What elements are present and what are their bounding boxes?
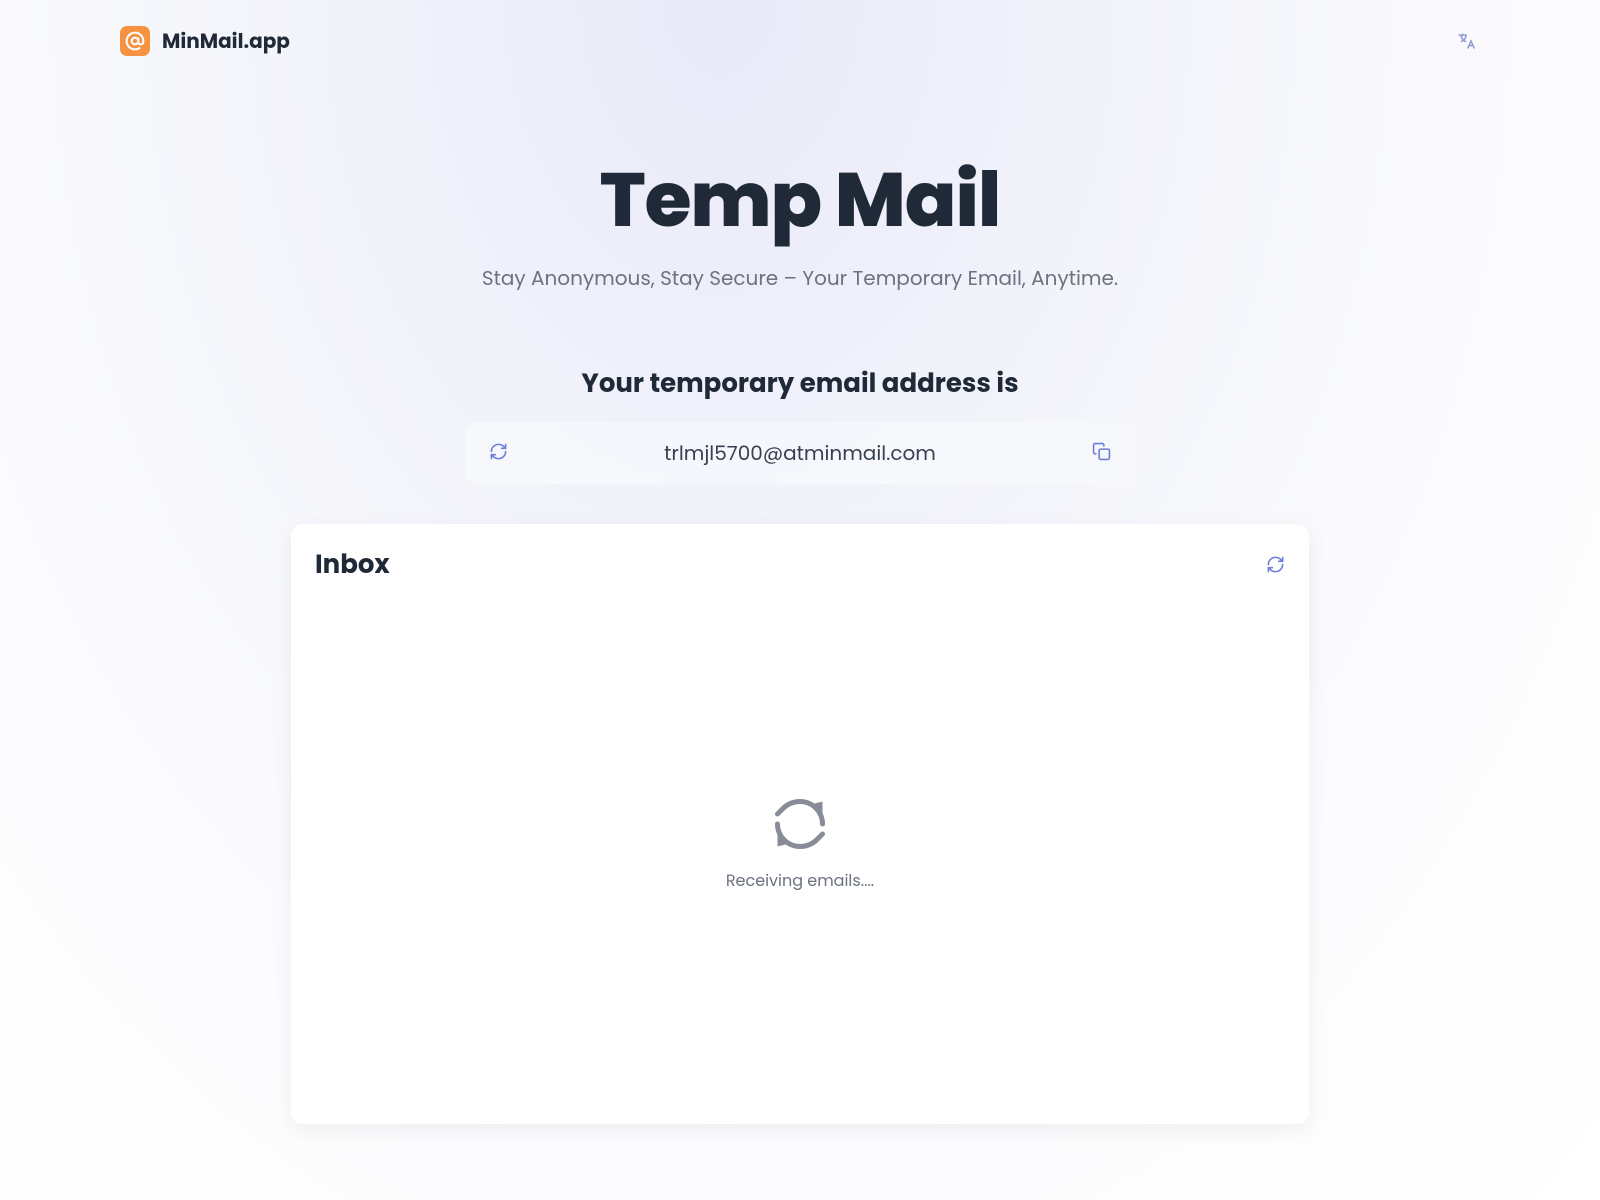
refresh-email-button[interactable] xyxy=(489,442,508,464)
header: MinMail.app xyxy=(0,0,1600,82)
inbox-body: Receiving emails.... xyxy=(315,585,1285,1102)
page-title: Temp Mail xyxy=(482,142,1118,257)
email-address: trlmjl5700@atminmail.com xyxy=(508,438,1092,468)
copy-email-button[interactable] xyxy=(1092,442,1111,464)
loading-spinner-icon xyxy=(770,794,830,854)
app-name: MinMail.app xyxy=(162,26,290,56)
inbox-title: Inbox xyxy=(315,546,390,585)
refresh-icon xyxy=(1266,555,1285,577)
refresh-icon xyxy=(489,442,508,464)
logo-section[interactable]: MinMail.app xyxy=(120,26,290,56)
main-content: Temp Mail Stay Anonymous, Stay Secure – … xyxy=(0,82,1600,1124)
loading-text: Receiving emails.... xyxy=(726,868,874,893)
inbox-header: Inbox xyxy=(315,546,1285,585)
copy-icon xyxy=(1092,442,1111,464)
logo-icon xyxy=(120,26,150,56)
hero: Temp Mail Stay Anonymous, Stay Secure – … xyxy=(482,142,1118,293)
email-box: trlmjl5700@atminmail.com xyxy=(465,422,1135,484)
language-button[interactable] xyxy=(1452,27,1480,55)
refresh-inbox-button[interactable] xyxy=(1266,555,1285,577)
email-section: Your temporary email address is trlmjl57… xyxy=(120,365,1480,484)
inbox-card: Inbox xyxy=(291,524,1309,1124)
email-label: Your temporary email address is xyxy=(120,365,1480,404)
page-subtitle: Stay Anonymous, Stay Secure – Your Tempo… xyxy=(482,263,1118,293)
